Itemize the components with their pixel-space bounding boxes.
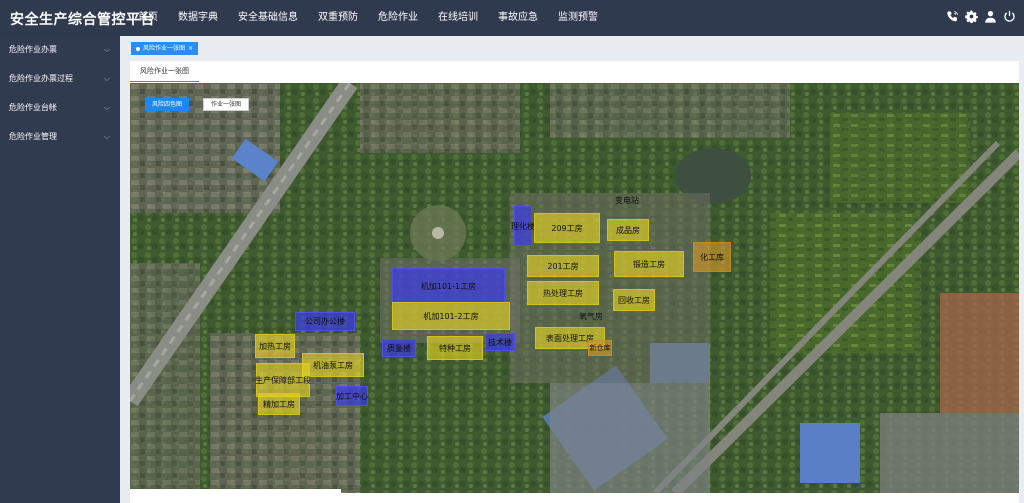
zone-machining-101-1[interactable]: 机加101-1工房 <box>392 268 505 304</box>
top-navbar: 安全生产综合管控平台 首页 数据字典 安全基础信息 双重预防 危险作业 在线培训… <box>0 0 1024 36</box>
zone-tech-building[interactable]: 技术楼 <box>485 333 515 351</box>
nav-hazardous-work[interactable]: 危险作业 <box>368 0 428 36</box>
nav-monitoring[interactable]: 监测预警 <box>548 0 608 36</box>
zone-workshop-209[interactable]: 209工房 <box>534 213 600 243</box>
sidebar-item-label: 危险作业管理 <box>9 132 57 141</box>
page-tabs: 风险作业一张图 × <box>120 36 1024 60</box>
zone-machining-101-2[interactable]: 机加101-2工房 <box>392 302 510 330</box>
zone-machining-center[interactable]: 加工中心 <box>336 386 368 406</box>
nav-home[interactable]: 首页 <box>128 0 168 36</box>
zone-workshop-201[interactable]: 201工房 <box>527 255 599 277</box>
nav-online-training[interactable]: 在线培训 <box>428 0 488 36</box>
nav-safety-basics[interactable]: 安全基础信息 <box>228 0 308 36</box>
zone-new-warehouse[interactable]: 新仓库 <box>588 340 612 356</box>
power-icon[interactable] <box>1003 10 1016 23</box>
zone-quality-building[interactable]: 质量楼 <box>382 339 416 357</box>
user-icon[interactable] <box>984 10 997 23</box>
gear-icon[interactable] <box>965 10 978 23</box>
zone-heating-workshop[interactable]: 加热工房 <box>255 334 295 358</box>
top-icons <box>946 10 1016 23</box>
sidebar-item-label: 危险作业办票 <box>9 45 57 54</box>
nav-data-dictionary[interactable]: 数据字典 <box>168 0 228 36</box>
main-nav: 首页 数据字典 安全基础信息 双重预防 危险作业 在线培训 事故应急 监测预警 <box>128 0 608 36</box>
zone-oil-pump-workshop[interactable]: 机油泵工房 <box>302 353 364 377</box>
zone-lab-building[interactable]: 理化楼 <box>511 206 535 246</box>
chevron-down-icon: ⌵ <box>103 132 110 141</box>
work-map-button[interactable]: 作业一张图 <box>203 98 250 111</box>
nav-dual-prevention[interactable]: 双重预防 <box>308 0 368 36</box>
zone-special-workshop[interactable]: 特种工房 <box>427 336 483 360</box>
sidebar-item-label: 危险作业办票过程 <box>9 74 73 83</box>
chevron-down-icon: ⌵ <box>103 103 110 112</box>
zone-forging-workshop[interactable]: 锻造工房 <box>614 251 684 277</box>
subtab-risk-map[interactable]: 风险作业一张图 <box>130 61 199 82</box>
nav-emergency[interactable]: 事故应急 <box>488 0 548 36</box>
sidebar-item-management[interactable]: 危险作业管理 ⌵ <box>0 123 120 152</box>
phone-icon[interactable] <box>946 10 959 23</box>
zone-office-building[interactable]: 公司办公楼 <box>295 312 355 331</box>
chevron-down-icon: ⌵ <box>103 45 110 54</box>
close-icon[interactable]: × <box>188 42 193 55</box>
zone-heat-treatment[interactable]: 热处理工房 <box>527 281 599 305</box>
sidebar-item-label: 危险作业台帐 <box>9 103 57 112</box>
zone-finished-goods[interactable]: 成品房 <box>607 219 649 241</box>
tab-risk-map[interactable]: 风险作业一张图 × <box>131 42 199 55</box>
tab-label: 风险作业一张图 <box>143 45 186 52</box>
sidebar-item-work-permit[interactable]: 危险作业办票 ⌵ <box>0 36 120 65</box>
active-dot-icon <box>136 46 140 51</box>
sidebar-item-permit-process[interactable]: 危险作业办票过程 ⌵ <box>0 65 120 94</box>
satellite-map[interactable]: 风险四色图 作业一张图 理化楼 209工房 变电站 成品房 201工房 锻造工房… <box>130 83 1019 493</box>
sidebar: 危险作业办票 ⌵ 危险作业办票过程 ⌵ 危险作业台帐 ⌵ 危险作业管理 ⌵ <box>0 36 120 503</box>
zone-recycling-workshop[interactable]: 回收工房 <box>613 289 655 311</box>
zone-production-support[interactable]: 生产保障部工段 <box>255 363 311 397</box>
zone-oxygen-room[interactable]: 氧气房 <box>574 309 608 323</box>
sidebar-item-ledger[interactable]: 危险作业台帐 ⌵ <box>0 94 120 123</box>
zone-chemical-store[interactable]: 化工库 <box>693 242 731 272</box>
content-panel: 风险作业一张图 风险四色图 作业一张图 理化楼 209工房 变电站 成品房 20… <box>130 61 1019 503</box>
zone-substation[interactable]: 变电站 <box>610 193 644 207</box>
zone-precision-workshop[interactable]: 精加工房 <box>258 393 300 415</box>
risk-color-map-button[interactable]: 风险四色图 <box>145 98 190 111</box>
chevron-down-icon: ⌵ <box>103 74 110 83</box>
bottom-bar <box>130 489 341 503</box>
